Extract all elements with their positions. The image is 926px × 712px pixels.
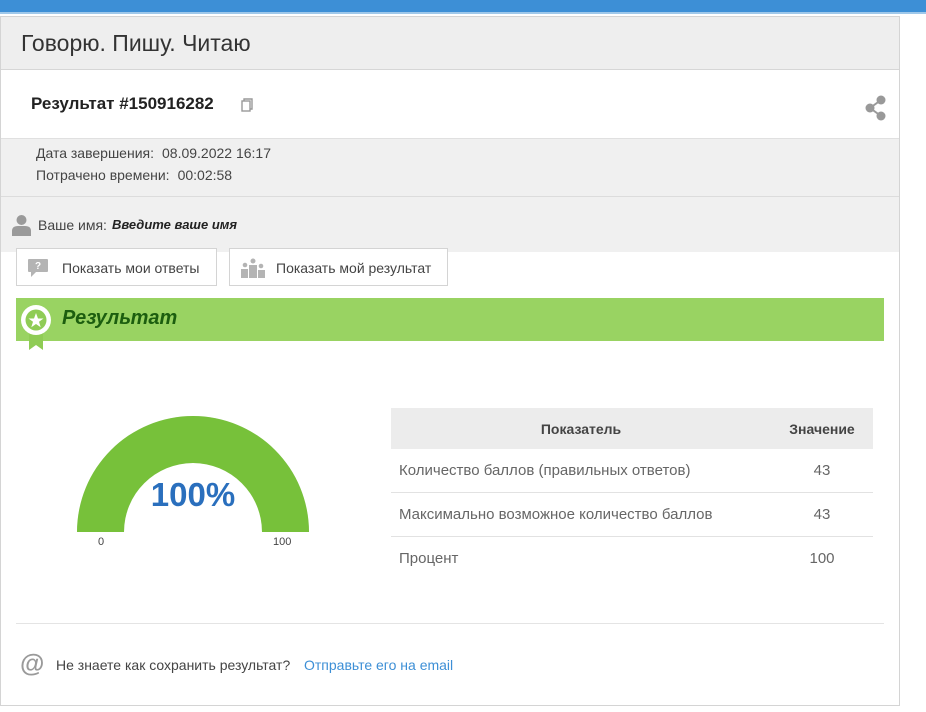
results-table: Показатель Значение Количество баллов (п… [391,408,873,580]
question-bubble-icon: ? [28,259,48,277]
at-icon: @ [20,650,45,678]
show-result-label: Показать мой результат [276,260,432,276]
table-header-row: Показатель Значение [391,408,873,449]
user-name-label: Ваше имя: [38,217,107,233]
show-answers-label: Показать мои ответы [62,260,200,276]
finished-row: Дата завершения: 08.09.2022 16:17 [36,142,899,164]
finished-value: 08.09.2022 16:17 [162,145,271,161]
score-gauge [77,416,309,532]
gauge-min-label: 0 [98,536,105,548]
top-bar [0,0,926,14]
result-meta: Дата завершения: 08.09.2022 16:17 Потраче… [1,139,899,197]
row-name: Процент [399,550,459,567]
user-name-input[interactable]: Введите ваше имя [112,217,237,232]
gauge-percent: 100% [150,476,236,513]
column-header-indicator: Показатель [391,408,771,449]
gauge-max-label: 100 [273,536,292,548]
user-icon [12,215,31,236]
page-title: Говорю. Пишу. Читаю [1,17,899,70]
svg-text:?: ? [35,261,41,272]
row-name: Максимально возможное количество баллов [391,492,771,537]
table-row: Количество баллов (правильных ответов) 4… [391,449,873,493]
row-value: 100 [809,550,835,567]
result-banner: Результат [16,298,884,350]
finished-label: Дата завершения: [36,145,154,161]
send-email-link[interactable]: Отправьте его на email [304,657,453,673]
row-value: 43 [771,449,873,493]
banner-title: Результат [62,307,178,329]
gauge-fill [77,416,309,532]
table-row: Максимально возможное количество баллов … [391,492,873,537]
user-name-row: Ваше имя: Введите ваше имя [1,197,899,252]
row-value: 43 [771,492,873,537]
table-row: Процент 100 [391,537,873,581]
medal-icon [21,305,51,350]
result-card: Говорю. Пишу. Читаю Результат #150916282… [0,16,900,706]
spent-row: Потрачено времени: 00:02:58 [36,164,899,186]
copy-icon[interactable] [241,98,253,112]
result-title: Результат #150916282 [31,94,214,113]
column-header-value: Значение [771,408,873,449]
show-answers-button[interactable]: ? Показать мои ответы [16,248,217,286]
podium-icon [241,258,265,278]
show-result-button[interactable]: Показать мой результат [229,248,448,286]
footer-text: Не знаете как сохранить результат? [56,657,291,673]
spent-value: 00:02:58 [177,167,233,183]
spent-label: Потрачено времени: [36,167,170,183]
row-name: Количество баллов (правильных ответов) [391,449,771,493]
footer-divider [16,623,884,624]
share-icon[interactable] [863,94,889,122]
result-header: Результат #150916282 [1,70,899,139]
